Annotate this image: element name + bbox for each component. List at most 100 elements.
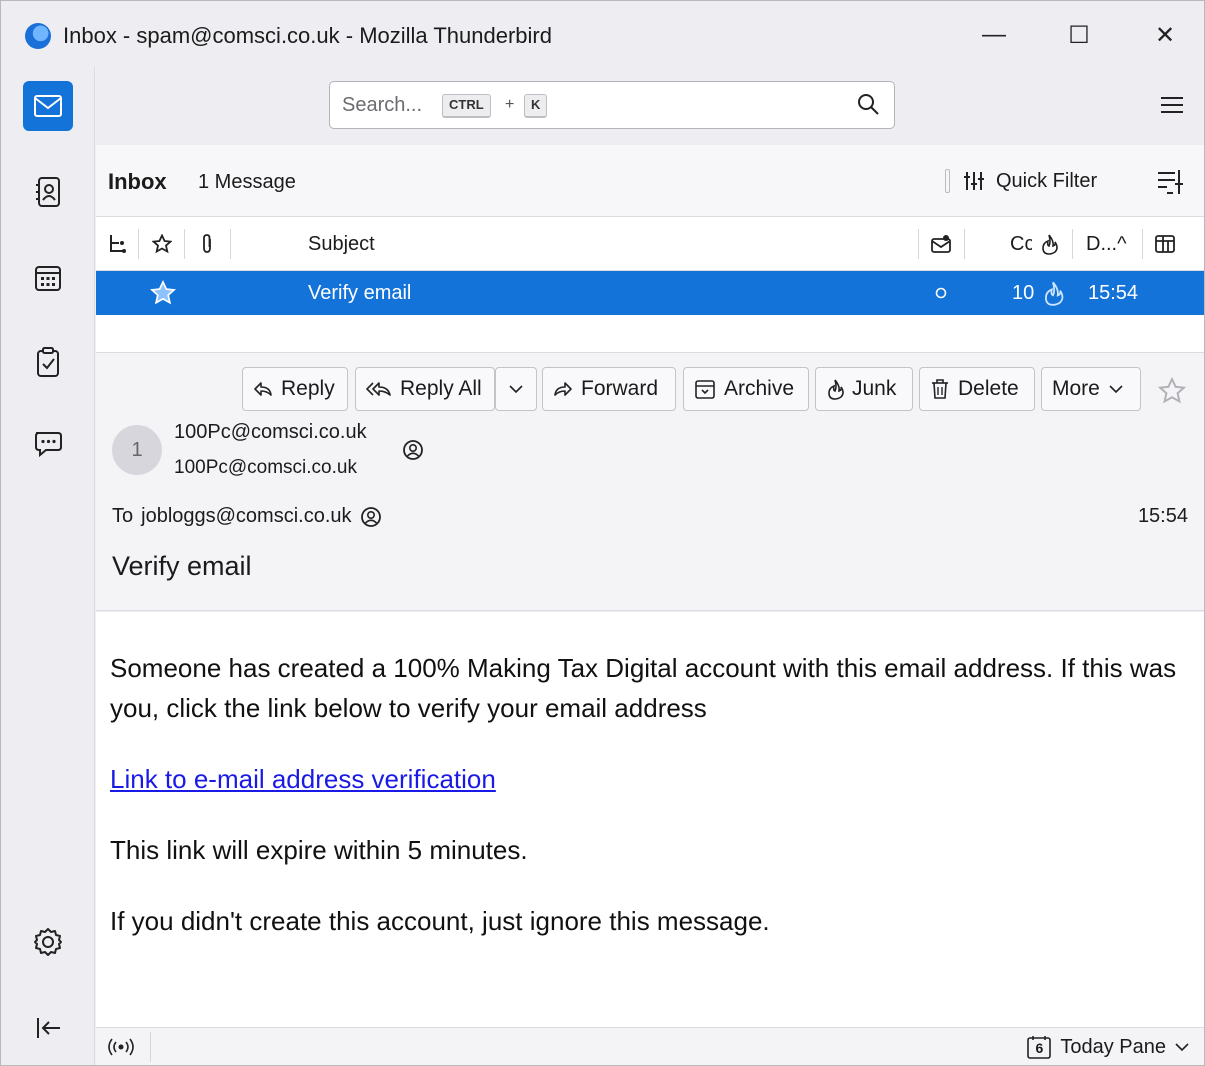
divider [150, 1032, 151, 1062]
reply-button[interactable]: Reply [242, 367, 348, 411]
contact-icon[interactable] [360, 506, 382, 528]
reply-all-dropdown[interactable] [495, 367, 537, 411]
star-icon[interactable] [1158, 377, 1186, 405]
column-picker-icon [1155, 235, 1175, 253]
star-toggle[interactable] [150, 271, 176, 315]
avatar: 1 [112, 425, 162, 475]
display-options-icon[interactable] [1155, 167, 1185, 197]
verification-link[interactable]: Link to e-mail address verification [110, 764, 496, 794]
maximize-button[interactable]: ☐ [1051, 13, 1107, 57]
forward-label: Forward [581, 377, 659, 400]
today-pane-label: Today Pane [1060, 1035, 1166, 1058]
unread-column[interactable] [930, 217, 952, 271]
sender-address: 100Pc@comsci.co.uk [174, 457, 357, 478]
column-picker-button[interactable] [1154, 217, 1176, 271]
attachment-column[interactable] [200, 217, 214, 271]
calendar-icon [35, 266, 61, 291]
calendar-space-button[interactable] [23, 253, 73, 303]
delete-button[interactable]: Delete [919, 367, 1035, 411]
unified-toolbar: Search... CTRL + K [96, 67, 1204, 145]
thunderbird-window: Inbox - spam@comsci.co.uk - Mozilla Thun… [0, 0, 1205, 1066]
unread-status-icon [931, 235, 951, 253]
online-status-icon[interactable] [108, 1036, 134, 1058]
recipient-address[interactable]: jobloggs@comsci.co.uk [141, 505, 351, 528]
body-paragraph: If you didn't create this account, just … [110, 906, 770, 936]
title-bar: Inbox - spam@comsci.co.uk - Mozilla Thun… [1, 1, 1204, 67]
tasks-space-button[interactable] [23, 337, 73, 387]
status-bar: 6 Today Pane [96, 1027, 1204, 1065]
delete-label: Delete [958, 377, 1019, 400]
divider [945, 169, 950, 193]
star-icon [152, 234, 172, 254]
forward-button[interactable]: Forward [542, 367, 676, 411]
star-column[interactable] [152, 217, 172, 271]
shortcut-key-k: K [524, 94, 548, 118]
search-placeholder: Search... [342, 94, 423, 116]
chevron-down-icon [1175, 1043, 1189, 1052]
junk-toggle[interactable] [1042, 271, 1064, 315]
gear-icon [34, 928, 62, 956]
search-input[interactable]: Search... CTRL + K [329, 81, 895, 129]
paperclip-icon [203, 234, 211, 253]
reply-all-button[interactable]: Reply All [355, 367, 495, 411]
more-label: More [1052, 377, 1100, 400]
settings-button[interactable] [23, 917, 73, 967]
junk-status-column[interactable] [1040, 217, 1058, 271]
close-button[interactable]: ✕ [1137, 13, 1193, 57]
thread-pane-header: Inbox 1 Message Quick Filter [96, 145, 1204, 217]
mail-icon [34, 95, 62, 117]
body-paragraph: Someone has created a 100% Making Tax Di… [110, 653, 1177, 723]
recipient-line: To jobloggs@comsci.co.uk [112, 505, 382, 528]
sender-name[interactable]: 100Pc@comsci.co.uk [174, 421, 367, 444]
window-title: Inbox - spam@comsci.co.uk - Mozilla Thun… [63, 23, 552, 48]
archive-icon [695, 380, 715, 399]
thunderbird-logo-icon [25, 23, 51, 49]
message-subject: Verify email [112, 551, 252, 581]
collapse-left-icon [37, 1018, 60, 1038]
date-column-header[interactable]: D...^ [1086, 217, 1127, 271]
archive-label: Archive [724, 377, 795, 400]
junk-flame-icon [828, 379, 844, 400]
search-icon [858, 94, 879, 115]
message-header-pane: Reply Reply All Forward Archive Junk Del… [96, 353, 1204, 611]
mail-space-button[interactable] [23, 81, 73, 131]
subject-column-header[interactable]: Subject [308, 217, 375, 271]
thread-icon [110, 235, 126, 253]
chat-space-button[interactable] [23, 419, 73, 469]
reply-all-icon [366, 382, 391, 396]
today-pane-button[interactable]: 6 Today Pane [1026, 1032, 1190, 1062]
quick-filter-label: Quick Filter [996, 169, 1098, 192]
table-row[interactable]: Verify email 10 15:54 [96, 271, 1204, 315]
correspondents-column-header[interactable]: Cc [1010, 217, 1032, 271]
body-paragraph: This link will expire within 5 minutes. [110, 835, 528, 865]
shortcut-key-ctrl: CTRL [442, 94, 491, 118]
thread-column-headers: Subject Cc D...^ [96, 217, 1204, 271]
address-book-space-button[interactable] [23, 167, 73, 217]
read-status-cell[interactable] [934, 271, 948, 315]
more-button[interactable]: More [1041, 367, 1141, 411]
chevron-down-icon [509, 385, 523, 394]
reply-label: Reply [281, 377, 335, 400]
to-label: To [112, 505, 134, 527]
tasks-icon [37, 347, 59, 377]
collapse-spaces-button[interactable] [23, 1003, 73, 1053]
thread-column[interactable] [108, 217, 126, 271]
star-icon [150, 280, 176, 305]
junk-button[interactable]: Junk [815, 367, 913, 411]
quick-filter-button[interactable]: Quick Filter [962, 167, 1097, 195]
thread-list-empty-area [96, 315, 1204, 353]
reply-all-label: Reply All [400, 377, 482, 400]
reply-icon [254, 382, 272, 396]
minimize-button[interactable]: — [966, 13, 1022, 57]
archive-button[interactable]: Archive [683, 367, 809, 411]
junk-flame-icon [1045, 281, 1064, 306]
message-body: Someone has created a 100% Making Tax Di… [96, 612, 1204, 1027]
address-book-icon [36, 177, 60, 207]
chevron-down-icon [1109, 385, 1123, 394]
message-subject-cell: Verify email [308, 281, 412, 304]
message-count: 1 Message [198, 171, 296, 193]
junk-label: Junk [852, 377, 897, 400]
message-date: 15:54 [1137, 505, 1188, 527]
app-menu-icon[interactable] [1158, 91, 1186, 119]
contact-icon[interactable] [402, 439, 424, 461]
